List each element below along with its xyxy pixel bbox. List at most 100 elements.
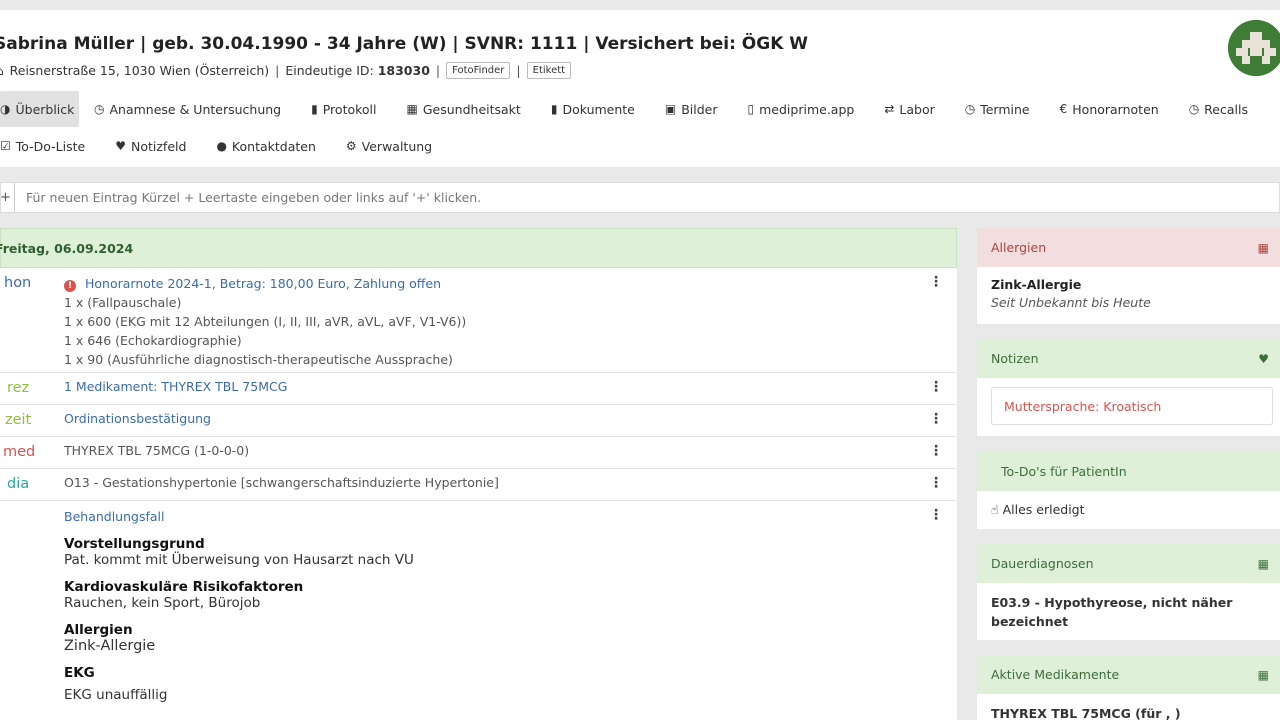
tab-termine[interactable]: ◷ Termine — [950, 91, 1045, 127]
entry-content: O13 - Gestationshypertonie [schwangersch… — [64, 475, 499, 490]
panel-todos-header: To-Do's für PatientIn — [977, 452, 1280, 491]
tab-honorarnoten[interactable]: € Honorarnoten — [1045, 91, 1174, 127]
new-entry-input[interactable] — [16, 183, 1276, 212]
tab-gesundheitsakt[interactable]: ▦ Gesundheitsakt — [392, 91, 536, 127]
day-header: Freitag, 06.09.2024 — [0, 228, 957, 268]
entry-menu-icon[interactable]: ⋮ — [929, 274, 943, 290]
tab-todo-liste[interactable]: ☑ To-Do-Liste — [0, 128, 100, 164]
grid-icon[interactable]: ▦ — [1258, 668, 1269, 682]
avatar[interactable] — [1228, 20, 1280, 76]
tab-anamnese[interactable]: ◷ Anamnese & Untersuchung — [79, 91, 296, 127]
entry-menu-icon[interactable]: ⋮ — [929, 475, 943, 491]
patient-address: Reisnerstraße 15, 1030 Wien (Österreich) — [9, 63, 270, 78]
panel-medikamente-header: Aktive Medikamente ▦ — [977, 655, 1280, 694]
section-heading: Vorstellungsgrund — [64, 536, 205, 552]
invoice-link[interactable]: Honorarnote 2024-1, Betrag: 180,00 Euro,… — [85, 276, 441, 291]
patient-address-line: ⌂ Reisnerstraße 15, 1030 Wien (Österreic… — [0, 62, 572, 79]
clock-icon: ◷ — [1188, 102, 1200, 116]
entry-menu-icon[interactable]: ⋮ — [929, 411, 943, 427]
heart-icon: ♥ — [115, 139, 126, 153]
patient-id-value: 183030 — [377, 63, 430, 78]
thumbs-up-icon: ☝ — [991, 502, 999, 517]
tab-verwaltung[interactable]: ⚙ Verwaltung — [331, 128, 447, 164]
add-entry-button[interactable]: + — [0, 183, 15, 212]
tab-notizfeld[interactable]: ♥ Notizfeld — [100, 128, 201, 164]
mobile-icon: ▯ — [747, 102, 755, 116]
section-text: Rauchen, kein Sport, Bürojob — [64, 595, 261, 611]
entry-content[interactable]: 1 Medikament: THYREX TBL 75MCG — [64, 379, 287, 394]
entry-code: zeit — [5, 412, 32, 428]
grid-icon[interactable]: ▦ — [1258, 557, 1269, 571]
tab-dokumente[interactable]: ▮ Dokumente — [536, 91, 650, 127]
tab-labor[interactable]: ⇄ Labor — [869, 91, 949, 127]
tab-ueberblick[interactable]: ◑ Überblick — [0, 91, 79, 127]
grid-icon[interactable]: ▦ — [1258, 241, 1269, 255]
entry-content: THYREX TBL 75MCG (1-0-0-0) — [64, 443, 250, 458]
image-icon: ▣ — [664, 102, 677, 116]
panel-medikamente: Aktive Medikamente ▦ THYREX TBL 75MCG (f… — [977, 655, 1280, 720]
todo-status: Alles erledigt — [1002, 502, 1085, 517]
section-heading: EKG — [64, 665, 95, 681]
timeline: Freitag, 06.09.2024 hon ! Honorarnote 202… — [0, 228, 957, 720]
file-icon: ▮ — [550, 102, 558, 116]
tab-mediprime[interactable]: ▯ mediprime.app — [733, 91, 870, 127]
patient-id-label: Eindeutige ID: — [285, 63, 374, 78]
globe-icon: ◑ — [0, 102, 11, 116]
patient-header: Sabrina Müller | geb. 30.04.1990 - 34 Ja… — [0, 10, 1280, 167]
gear-icon: ⚙ — [345, 139, 357, 153]
allergy-name: Zink-Allergie — [991, 277, 1082, 292]
panel-allergien-header: Allergien ▦ — [977, 228, 1280, 267]
allergy-period: Seit Unbekannt bis Heute — [991, 295, 1151, 310]
note-text[interactable]: Muttersprache: Kroatisch — [991, 387, 1273, 425]
entry-menu-icon[interactable]: ⋮ — [929, 443, 943, 459]
panel-dauerdiagnosen: Dauerdiagnosen ▦ E03.9 - Hypothyreose, n… — [977, 544, 1280, 640]
entry-med[interactable]: med THYREX TBL 75MCG (1-0-0-0) ⋮ — [0, 437, 957, 469]
section-text: Pat. kommt mit Überweisung von Hausarzt … — [64, 552, 414, 568]
patient-title: Sabrina Müller | geb. 30.04.1990 - 34 Ja… — [0, 34, 809, 54]
entry-code: med — [3, 444, 36, 460]
entry-zeit[interactable]: zeit Ordinationsbestätigung ⋮ — [0, 405, 957, 437]
entry-content[interactable]: Ordinationsbestätigung — [64, 411, 211, 426]
avatar-pattern-icon — [1228, 20, 1280, 76]
clock-icon: ◷ — [94, 102, 105, 116]
alert-icon: ! — [64, 280, 76, 292]
home-icon: ⌂ — [0, 64, 4, 78]
medication-item: THYREX TBL 75MCG (für , ) — [991, 706, 1181, 720]
entry-menu-icon[interactable]: ⋮ — [929, 507, 943, 523]
section-text: Zink-Allergie — [64, 638, 156, 654]
tabs-row-2: ☑ To-Do-Liste ♥ Notizfeld ● Kontaktdaten ⚙ V… — [0, 128, 447, 164]
entry-rez[interactable]: rez 1 Medikament: THYREX TBL 75MCG ⋮ — [0, 373, 957, 405]
entry-content: Behandlungsfall Vorstellungsgrund Pat. k… — [64, 507, 414, 703]
tabs-row-1: ◑ Überblick ◷ Anamnese & Untersuchung ▮ Pro… — [0, 91, 1263, 127]
heart-icon[interactable]: ♥ — [1258, 352, 1269, 366]
entry-code: dia — [7, 476, 30, 492]
entry-code: hon — [4, 275, 32, 291]
new-entry-bar: + — [0, 182, 1280, 213]
entry-code: rez — [7, 380, 30, 396]
section-text: EKG unauffällig — [64, 687, 168, 703]
panel-notizen: Notizen ♥ Muttersprache: Kroatisch — [977, 339, 1280, 436]
panel-dauerdiagnosen-header: Dauerdiagnosen ▦ — [977, 544, 1280, 583]
grid-icon: ▦ — [406, 102, 418, 116]
entry-menu-icon[interactable]: ⋮ — [929, 379, 943, 395]
panel-todos: To-Do's für PatientIn ☝ Alles erledigt — [977, 452, 1280, 529]
entry-dia[interactable]: dia O13 - Gestationshypertonie [schwange… — [0, 469, 957, 501]
tab-protokoll[interactable]: ▮ Protokoll — [296, 91, 391, 127]
tab-bilder[interactable]: ▣ Bilder — [650, 91, 733, 127]
fotofinder-button[interactable]: FotoFinder — [446, 62, 511, 79]
tab-kontaktdaten[interactable]: ● Kontaktdaten — [201, 128, 330, 164]
entry-hon[interactable]: hon ! Honorarnote 2024-1, Betrag: 180,00 … — [0, 268, 957, 373]
entry-content: ! Honorarnote 2024-1, Betrag: 180,00 Euro… — [64, 276, 467, 367]
diagnosis-item: E03.9 - Hypothyreose, nicht näher bezeic… — [991, 595, 1233, 629]
clock-icon: ◷ — [964, 102, 976, 116]
entry-behandlungsfall[interactable]: Behandlungsfall Vorstellungsgrund Pat. k… — [0, 501, 957, 720]
exchange-icon: ⇄ — [884, 102, 895, 116]
panel-notizen-header: Notizen ♥ — [977, 339, 1280, 378]
section-heading: Kardiovaskuläre Risikofaktoren — [64, 579, 304, 595]
etikett-button[interactable]: Etikett — [526, 62, 572, 79]
panel-allergien: Allergien ▦ Zink-Allergie Seit Unbekannt… — [977, 228, 1280, 324]
user-icon: ● — [216, 139, 227, 153]
tab-recalls[interactable]: ◷ Recalls — [1174, 91, 1263, 127]
euro-icon: € — [1059, 102, 1068, 116]
behandlungsfall-link[interactable]: Behandlungsfall — [64, 507, 414, 526]
